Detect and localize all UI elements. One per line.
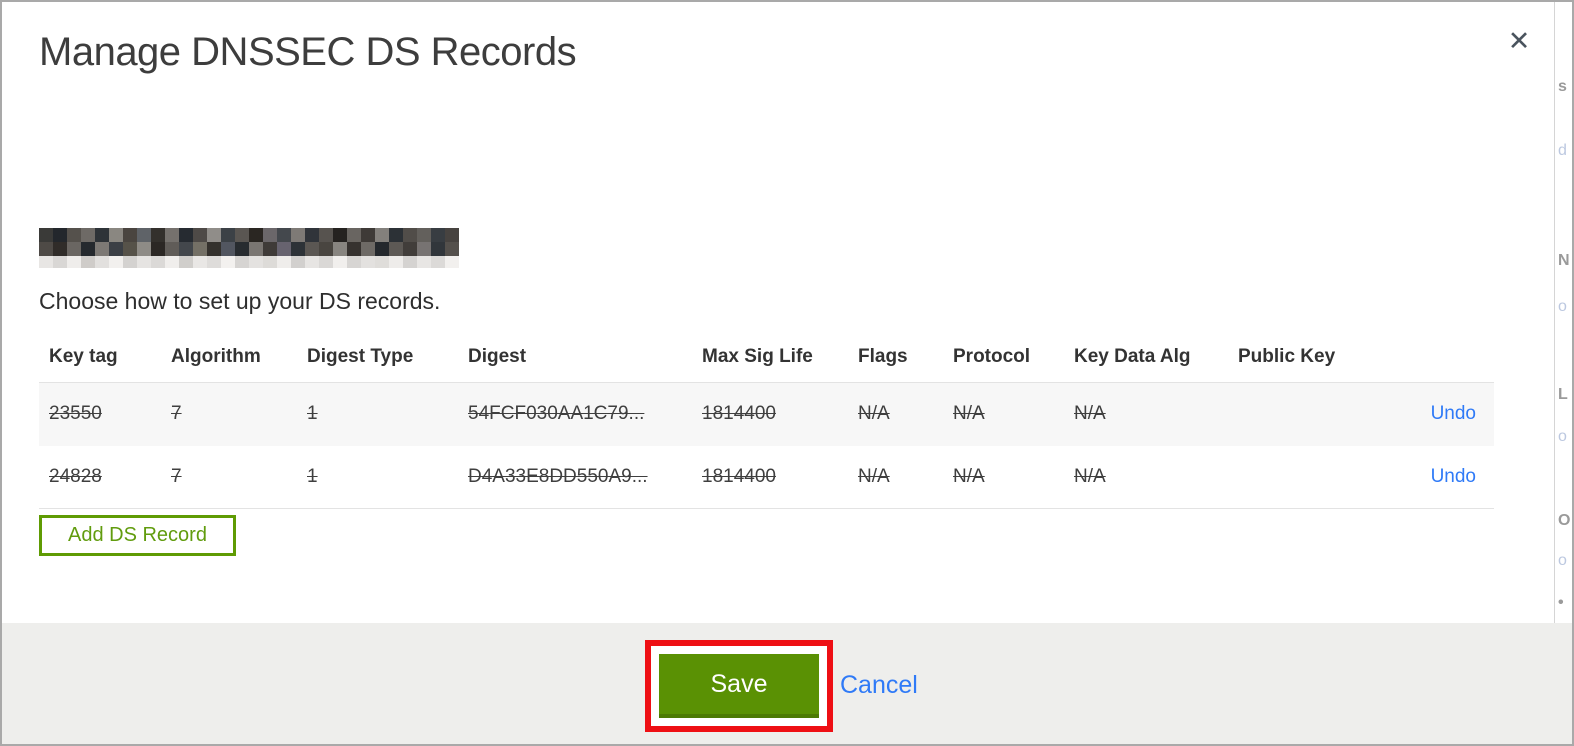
cell-algorithm: 7: [161, 445, 297, 509]
cell-digest: D4A33E8DD550A9...: [458, 445, 692, 509]
cell-digest: 54FCF030AA1C79...: [458, 382, 692, 446]
cell-algorithm: 7: [161, 382, 297, 446]
cell-key-tag: 23550: [39, 382, 161, 446]
col-header-key-data-alg: Key Data Alg: [1074, 346, 1191, 367]
save-button[interactable]: Save: [659, 654, 819, 718]
cell-public-key: [1228, 445, 1374, 509]
redacted-domain-name: [39, 228, 459, 268]
cell-digest-type: 1: [297, 445, 458, 509]
cancel-link[interactable]: Cancel: [840, 671, 918, 700]
cell-max-sig-life: 1814400: [692, 445, 848, 509]
table-row: 23550 7 1 54FCF030AA1C79... 1814400 N/A …: [39, 382, 1494, 446]
col-header-actions: [1374, 332, 1494, 383]
undo-link[interactable]: Undo: [1431, 403, 1476, 424]
close-icon[interactable]: ✕: [1502, 24, 1536, 58]
background-page-sliver: s d No Lo Oo •: [1554, 2, 1572, 623]
col-header-algorithm: Algorithm: [171, 346, 261, 367]
ds-records-table: Key tag Algorithm Digest Type Digest Max…: [39, 332, 1494, 509]
col-header-public-key: Public Key: [1238, 346, 1336, 367]
cell-protocol: N/A: [943, 445, 1064, 509]
annotation-red-box: Save: [645, 640, 833, 732]
cell-flags: N/A: [848, 382, 943, 446]
subtitle-text: Choose how to set up your DS records.: [39, 288, 441, 314]
cell-flags: N/A: [848, 445, 943, 509]
cell-key-data-alg: N/A: [1064, 382, 1228, 446]
cell-actions: Undo: [1374, 382, 1494, 446]
col-header-digest-type: Digest Type: [307, 346, 414, 367]
col-header-protocol: Protocol: [953, 346, 1031, 367]
cell-digest-type: 1: [297, 382, 458, 446]
cell-key-data-alg: N/A: [1064, 445, 1228, 509]
table-row: 24828 7 1 D4A33E8DD550A9... 1814400 N/A …: [39, 445, 1494, 509]
page-title: Manage DNSSEC DS Records: [39, 30, 577, 74]
col-header-digest: Digest: [468, 346, 527, 367]
cell-protocol: N/A: [943, 382, 1064, 446]
col-header-max-sig-life: Max Sig Life: [702, 346, 813, 367]
cell-key-tag: 24828: [39, 445, 161, 509]
cell-max-sig-life: 1814400: [692, 382, 848, 446]
table-header-row: Key tag Algorithm Digest Type Digest Max…: [39, 332, 1494, 383]
modal-footer: Save Cancel: [2, 623, 1572, 744]
cell-actions: Undo: [1374, 445, 1494, 509]
col-header-key-tag: Key tag: [49, 346, 118, 367]
dnssec-modal-screen: Manage DNSSEC DS Records ✕ Choose how to…: [0, 0, 1574, 746]
undo-link[interactable]: Undo: [1431, 466, 1476, 487]
add-ds-record-button[interactable]: Add DS Record: [39, 515, 236, 556]
col-header-flags: Flags: [858, 346, 908, 367]
cell-public-key: [1228, 382, 1374, 446]
